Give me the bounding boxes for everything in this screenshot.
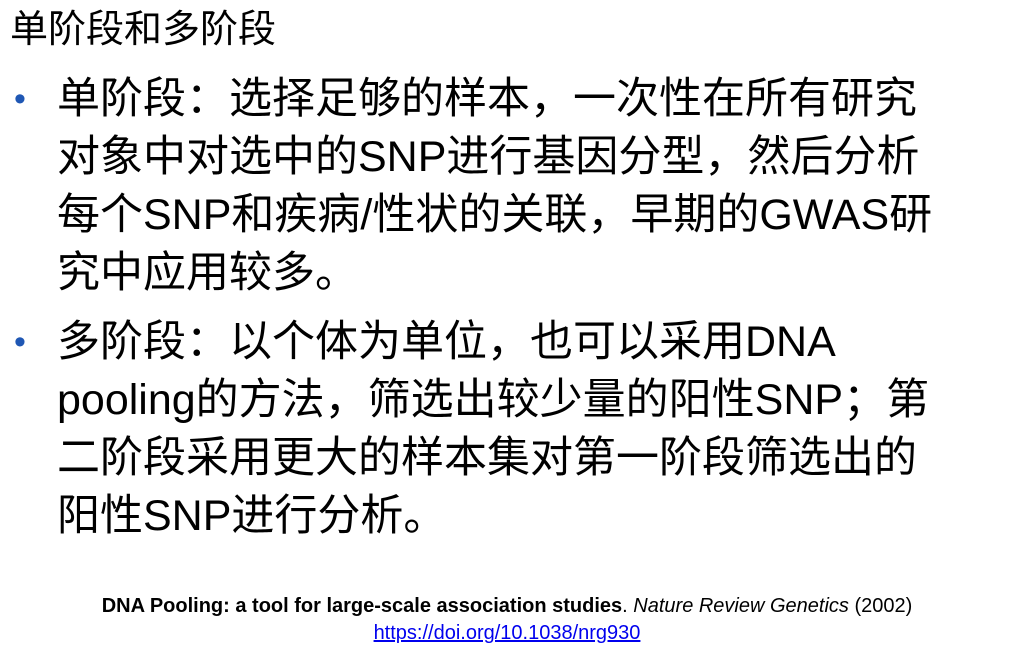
bullet-line: pooling的方法，筛选出较少量的阳性SNP；第 xyxy=(57,376,930,424)
bullet-dot-icon: • xyxy=(14,323,26,361)
citation-paper-title: DNA Pooling: a tool for large-scale asso… xyxy=(101,595,623,617)
citation: DNA Pooling: a tool for large-scale asso… xyxy=(0,594,1014,618)
bullet-text: 多阶段：以个体为单位，也可以采用DNA pooling的方法，筛选出较少量的阳性… xyxy=(57,313,1012,545)
bullet-line: 对象中对选中的SNP进行基因分型，然后分析 xyxy=(57,133,920,181)
bullet-line: 每个SNP和疾病/性状的关联，早期的GWAS研 xyxy=(57,191,933,239)
slide-title: 单阶段和多阶段 xyxy=(10,9,277,51)
citation-separator: . xyxy=(622,595,634,617)
citation-year: (2002) xyxy=(848,595,913,617)
bullet-line: 多阶段：以个体为单位，也可以采用DNA xyxy=(57,318,836,366)
bullet-line: 单阶段：选择足够的样本，一次性在所有研究 xyxy=(57,75,917,123)
bullet-text: 单阶段：选择足够的样本，一次性在所有研究 对象中对选中的SNP进行基因分型，然后… xyxy=(57,70,1012,302)
citation-doi: https://doi.org/10.1038/nrg930 xyxy=(0,621,1014,645)
bullet-line: 阳性SNP进行分析。 xyxy=(57,492,447,540)
bullet-line: 究中应用较多。 xyxy=(57,249,358,297)
doi-link[interactable]: https://doi.org/10.1038/nrg930 xyxy=(374,622,641,644)
bullet-line: 二阶段采用更大的样本集对第一阶段筛选出的 xyxy=(57,434,917,482)
citation-journal: Nature Review Genetics xyxy=(633,595,849,617)
bullet-dot-icon: • xyxy=(14,80,26,118)
